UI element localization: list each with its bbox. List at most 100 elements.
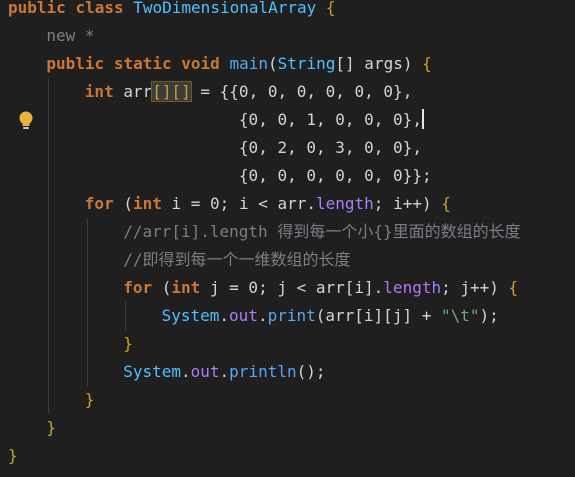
code-text: } (46, 414, 56, 442)
code-token: ); (479, 306, 499, 325)
code-token: void (181, 54, 220, 73)
indent-guide (86, 330, 88, 358)
indent-guide (86, 302, 88, 330)
code-line[interactable]: System.out.println(); (0, 358, 575, 386)
code-line[interactable]: //即得到每一个一维数组的长度 (0, 246, 575, 274)
code-token: } (46, 418, 57, 437)
code-text: public static void main(String[] args) { (46, 50, 431, 78)
indent-guide (48, 190, 50, 218)
code-text: //即得到每一个一维数组的长度 (123, 246, 350, 274)
indent-guide (48, 302, 50, 330)
code-token: int (171, 278, 201, 297)
code-token: ; i++) (373, 194, 442, 213)
code-token: print (267, 306, 316, 325)
indent-guide (86, 358, 88, 386)
code-token: } (84, 390, 95, 409)
indent-guide (48, 162, 50, 190)
code-token: int (132, 194, 162, 213)
code-token: static (113, 54, 172, 73)
code-token: println (229, 362, 297, 381)
code-line[interactable]: {0, 0, 1, 0, 0, 0}, (0, 106, 575, 134)
code-line[interactable]: {0, 0, 0, 0, 0, 0}}; (0, 162, 575, 190)
code-token: { (441, 194, 451, 213)
indent-guide (48, 274, 50, 302)
code-text: } (85, 386, 95, 414)
code-text: } (123, 330, 133, 358)
code-line[interactable]: } (0, 442, 575, 470)
code-token: class (75, 0, 124, 17)
code-token: out (229, 306, 258, 325)
code-editor[interactable]: public class TwoDimensionalArray { new * p… (0, 0, 575, 477)
code-token: { (508, 278, 519, 297)
code-line[interactable]: } (0, 330, 575, 358)
code-line[interactable]: {0, 2, 0, 3, 0, 0}, (0, 134, 575, 162)
code-line[interactable]: for (int i = 0; i < arr.length; i++) { (0, 190, 575, 218)
indent-guide (48, 330, 50, 358)
indent-guide (48, 218, 50, 246)
code-token: (); (296, 362, 326, 381)
code-token: //即得到每一个一维数组的长度 (123, 250, 351, 269)
code-token: ( (152, 278, 172, 297)
code-line[interactable]: } (0, 414, 575, 442)
code-token: int (84, 82, 114, 101)
code-text: {0, 0, 1, 0, 0, 0}, (85, 106, 424, 134)
code-line[interactable]: } (0, 386, 575, 414)
indent-guide (125, 302, 127, 330)
code-token: System (161, 306, 220, 325)
code-token: j = 0; j < arr[i]. (200, 278, 384, 297)
code-text: new * (46, 22, 94, 50)
code-token: [][] (151, 81, 192, 102)
code-token: main (229, 54, 268, 73)
code-token: ; j++) (441, 278, 509, 297)
text-caret (421, 109, 424, 129)
code-text: public class TwoDimensionalArray { (8, 0, 336, 22)
indent-guide (48, 78, 50, 106)
code-line[interactable]: public static void main(String[] args) { (0, 50, 575, 78)
indent-guide (48, 246, 50, 274)
code-line[interactable]: public class TwoDimensionalArray { (0, 0, 575, 22)
code-token: {0, 2, 0, 3, 0, 0}, (238, 138, 422, 157)
code-line[interactable]: new * (0, 22, 575, 50)
code-token: i = 0; i < arr. (161, 194, 317, 213)
code-token: String (277, 54, 336, 73)
code-token: . (257, 306, 268, 325)
code-token: new * (46, 26, 95, 45)
indent-guide (86, 218, 88, 246)
code-token: (arr[i][j] + (315, 306, 441, 325)
code-token: {0, 0, 0, 0, 0, 0}}; (238, 166, 432, 185)
code-token: ( (113, 194, 133, 213)
code-text: {0, 2, 0, 3, 0, 0}, (85, 134, 422, 162)
code-token: public (46, 54, 105, 73)
code-token: = {{0, 0, 0, 0, 0, 0}, (190, 82, 413, 101)
code-token: arr (113, 82, 153, 101)
code-token: System (123, 362, 181, 381)
code-text: System.out.println(); (123, 358, 325, 386)
code-text: for (int j = 0; j < arr[i].length; j++) … (123, 274, 518, 302)
lightbulb-icon[interactable] (16, 110, 36, 132)
code-line[interactable]: System.out.print(arr[i][j] + "\t"); (0, 302, 575, 330)
code-token: ( (267, 54, 278, 73)
code-token: length (383, 278, 442, 297)
code-token: //arr[i].length 得到每一个小{}里面的数组的长度 (123, 222, 521, 241)
indent-guide (86, 246, 88, 274)
code-token: { (422, 54, 432, 73)
code-token: for (123, 278, 153, 297)
code-text: int arr[][] = {{0, 0, 0, 0, 0, 0}, (84, 78, 413, 106)
code-token: TwoDimensionalArray (133, 0, 317, 17)
code-text: } (8, 442, 18, 470)
code-padding (85, 166, 239, 185)
code-line[interactable]: for (int j = 0; j < arr[i].length; j++) … (0, 274, 575, 302)
code-token: } (123, 334, 133, 353)
indent-guide (48, 358, 50, 386)
indent-guide (48, 386, 50, 414)
code-line[interactable]: int arr[][] = {{0, 0, 0, 0, 0, 0}, (0, 78, 575, 106)
code-line[interactable]: //arr[i].length 得到每一个小{}里面的数组的长度 (0, 218, 575, 246)
code-token: public (8, 0, 66, 17)
code-text: for (int i = 0; i < arr.length; i++) { (85, 190, 451, 218)
code-token: "\t" (440, 306, 480, 325)
